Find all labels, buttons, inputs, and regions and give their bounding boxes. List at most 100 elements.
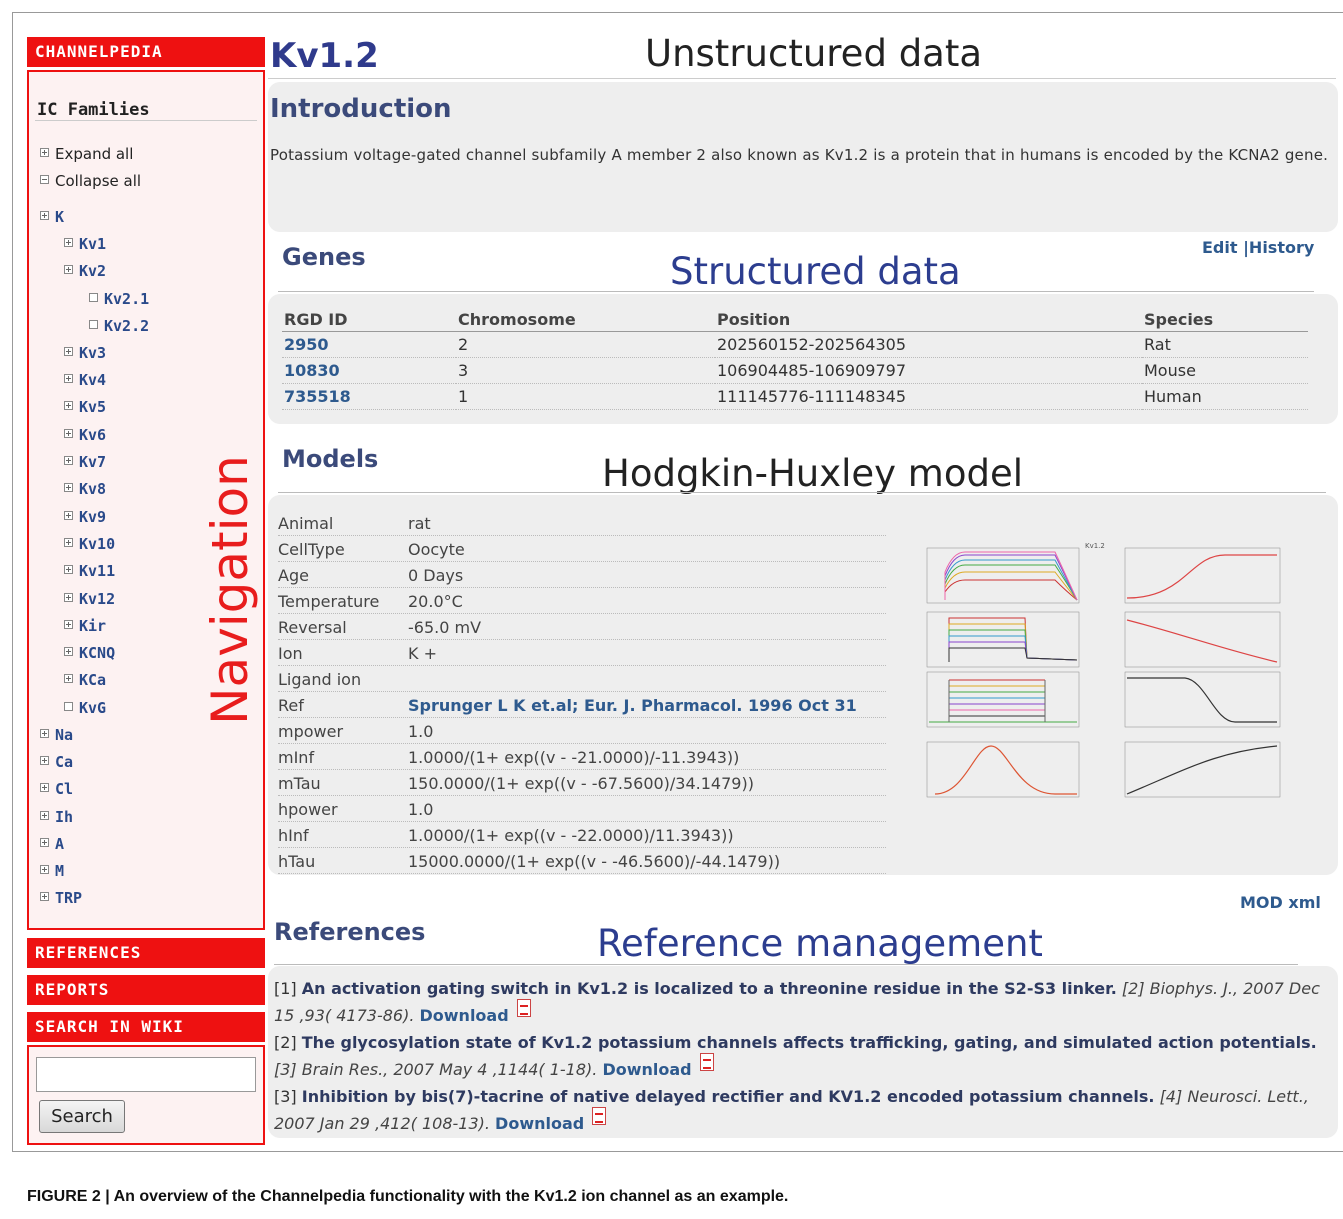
plus-icon <box>64 620 73 629</box>
model-ref-link[interactable]: Sprunger L K et.al; Eur. J. Pharmacol. 1… <box>408 696 857 715</box>
genes-table: RGD ID Chromosome Position Species 2950 … <box>282 308 1308 410</box>
tree-item-kca[interactable]: KCa <box>64 671 106 689</box>
references-nav-button[interactable]: REFERENCES <box>27 938 265 968</box>
edit-history-link[interactable]: Edit |History <box>1202 238 1314 257</box>
reference-title[interactable]: An activation gating switch in Kv1.2 is … <box>302 979 1117 998</box>
collapse-all-link[interactable]: Collapse all <box>40 172 141 190</box>
genes-title: Genes <box>282 243 366 271</box>
model-param-key: Ion <box>278 644 303 663</box>
tree-item-trp[interactable]: TRP <box>40 889 82 907</box>
model-row: Temperature 20.0°C <box>278 588 886 614</box>
model-row: Ion K + <box>278 640 886 666</box>
collapse-all-label: Collapse all <box>55 172 142 190</box>
tree-item-kir[interactable]: Kir <box>64 617 106 635</box>
model-param-value: 15000.0000/(1+ exp((v - -46.5600)/-44.14… <box>408 852 781 871</box>
reference-title[interactable]: Inhibition by bis(7)-tacrine of native d… <box>302 1087 1155 1106</box>
rgd-id-link[interactable]: 10830 <box>282 357 456 384</box>
tree-item-kv5[interactable]: Kv5 <box>64 398 106 416</box>
plus-icon <box>64 647 73 656</box>
tree-item-label: Kv4 <box>79 371 107 389</box>
tree-item-ih[interactable]: Ih <box>40 808 73 826</box>
expand-all-link[interactable]: Expand all <box>40 145 133 163</box>
tree-item-cl[interactable]: Cl <box>40 780 73 798</box>
plus-icon <box>40 729 49 738</box>
reference-item: [3] Inhibition by bis(7)-tacrine of nati… <box>274 1083 1324 1137</box>
reference-number: [1] <box>274 979 297 998</box>
tree-item-kv11[interactable]: Kv11 <box>64 562 115 580</box>
tree-item-kv2-1[interactable]: Kv2.1 <box>89 290 149 308</box>
search-button[interactable]: Search <box>39 1100 125 1133</box>
tree-item-label: Kv6 <box>79 426 107 444</box>
rgd-id-link[interactable]: 735518 <box>282 383 456 410</box>
plus-icon <box>64 593 73 602</box>
download-link[interactable]: Download <box>495 1114 584 1133</box>
tree-item-a[interactable]: A <box>40 835 64 853</box>
model-row: Animal rat <box>278 510 886 536</box>
pdf-icon[interactable] <box>516 999 531 1017</box>
tree-item-na[interactable]: Na <box>40 726 73 744</box>
tree-item-kv2-2[interactable]: Kv2.2 <box>89 317 149 335</box>
model-row: Reversal -65.0 mV <box>278 614 886 640</box>
model-row: Age 0 Days <box>278 562 886 588</box>
leaf-icon <box>89 320 98 329</box>
model-param-key: mTau <box>278 774 321 793</box>
chromosome-cell: 2 <box>456 331 715 358</box>
reference-mgmt-annotation: Reference management <box>597 922 1043 965</box>
pdf-icon[interactable] <box>699 1053 714 1071</box>
position-cell: 202560152-202564305 <box>715 331 1142 358</box>
hh-model-annotation: Hodgkin-Huxley model <box>602 452 1024 495</box>
tree-item-kv12[interactable]: Kv12 <box>64 590 115 608</box>
rgd-id-link[interactable]: 2950 <box>282 331 456 358</box>
tree-item-m[interactable]: M <box>40 862 64 880</box>
tree-item-kv4[interactable]: Kv4 <box>64 371 106 389</box>
model-param-key: Age <box>278 566 309 585</box>
tree-item-ca[interactable]: Ca <box>40 753 73 771</box>
download-link[interactable]: Download <box>420 1006 509 1025</box>
pdf-icon[interactable] <box>592 1107 607 1125</box>
tree-item-kv1[interactable]: Kv1 <box>64 235 106 253</box>
tree-item-kv3[interactable]: Kv3 <box>64 344 106 362</box>
tree-item-k[interactable]: K <box>40 208 64 226</box>
mod-xml-link[interactable]: MOD xml <box>1240 893 1321 912</box>
tree-item-label: Na <box>55 726 74 744</box>
tree-item-label: TRP <box>55 889 83 907</box>
model-param-value: 1.0 <box>408 722 434 741</box>
tree-item-kv10[interactable]: Kv10 <box>64 535 115 553</box>
tree-item-label: Kv3 <box>79 344 107 362</box>
tree-item-kvg[interactable]: KvG <box>64 699 106 717</box>
model-param-key: Ligand ion <box>278 670 362 689</box>
tree-item-kv9[interactable]: Kv9 <box>64 508 106 526</box>
reference-title[interactable]: The glycosylation state of Kv1.2 potassi… <box>302 1033 1317 1052</box>
plus-icon <box>64 238 73 247</box>
tree-item-label: Kv9 <box>79 508 107 526</box>
h-tau-plot <box>1124 671 1281 728</box>
model-param-key: mpower <box>278 722 344 741</box>
tree-item-kv6[interactable]: Kv6 <box>64 426 106 444</box>
deactivation-traces-plot <box>926 611 1080 668</box>
plus-icon <box>64 511 73 520</box>
references-title: References <box>274 918 426 946</box>
tree-item-label: Kv12 <box>79 590 116 608</box>
tree-item-kcnq[interactable]: KCNQ <box>64 644 115 662</box>
model-row: hTau 15000.0000/(1+ exp((v - -46.5600)/-4… <box>278 848 886 874</box>
search-input[interactable] <box>36 1057 256 1092</box>
tau-curve-plot <box>1124 741 1281 798</box>
download-link[interactable]: Download <box>602 1060 691 1079</box>
tree-item-kv8[interactable]: Kv8 <box>64 480 106 498</box>
chromosome-cell: 1 <box>456 383 715 410</box>
tree-item-kv2[interactable]: Kv2 <box>64 262 106 280</box>
leaf-icon <box>64 702 73 711</box>
voltage-steps-plot <box>926 671 1080 728</box>
tree-item-label: Kv11 <box>79 562 116 580</box>
tree-item-kv7[interactable]: Kv7 <box>64 453 106 471</box>
brand-header[interactable]: CHANNELPEDIA <box>27 37 265 67</box>
model-param-key: mInf <box>278 748 315 767</box>
model-param-value: 20.0°C <box>408 592 463 611</box>
reports-nav-button[interactable]: REPORTS <box>27 975 265 1005</box>
genes-header-rgd: RGD ID <box>282 308 456 332</box>
plus-icon <box>64 538 73 547</box>
tree-item-label: K <box>55 208 65 226</box>
tree-item-label: Kv2.2 <box>104 317 150 335</box>
plus-icon <box>64 456 73 465</box>
chromosome-cell: 3 <box>456 357 715 384</box>
